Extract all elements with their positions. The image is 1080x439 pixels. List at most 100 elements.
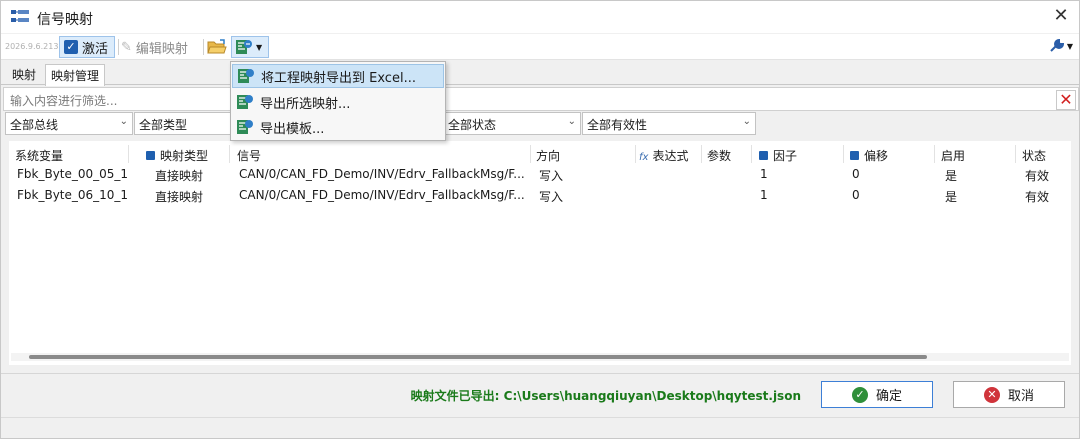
bus-select[interactable]: 全部总线 ⌄	[5, 112, 133, 135]
cell-mapping-type: 直接映射	[155, 190, 204, 204]
mapping-app-icon	[11, 10, 29, 22]
type-select[interactable]: 全部类型	[134, 112, 232, 135]
chevron-down-icon: ⌄	[119, 116, 128, 127]
col-header-direction[interactable]: 方向	[536, 147, 560, 163]
column-divider	[701, 145, 702, 163]
menu-item-label: 将工程映射导出到 Excel...	[261, 70, 416, 86]
clear-filter-icon[interactable]: ✕	[1056, 90, 1076, 110]
toolbar-separator	[203, 39, 204, 55]
check-circle-icon: ✓	[851, 386, 868, 403]
chevron-down-icon: ▼	[1066, 41, 1073, 51]
validity-select-value: 全部有效性	[587, 118, 648, 132]
menu-item-export-to-excel[interactable]: 将工程映射导出到 Excel...	[232, 64, 444, 88]
checkbox-icon	[850, 151, 859, 160]
close-icon[interactable]: ✕	[1049, 5, 1073, 29]
col-header-signal[interactable]: 信号	[237, 147, 261, 163]
checkbox-icon: ✓	[64, 40, 78, 54]
cell-mapping-type: 直接映射	[155, 169, 204, 183]
menu-item-label: 导出所选映射...	[260, 96, 351, 112]
status-bar	[1, 417, 1079, 438]
mapping-table: 系统变量 映射类型 信号 方向 fx 表达式 参数 因子 偏移 启用 状态 Fbk…	[9, 141, 1071, 365]
column-divider	[530, 145, 531, 163]
checkbox-icon	[759, 151, 768, 160]
cell-enabled: 是	[945, 169, 958, 183]
cell-direction: 写入	[539, 190, 564, 204]
column-divider	[843, 145, 844, 163]
cancel-button[interactable]: ✕ 取消	[953, 381, 1065, 408]
cell-factor: 1	[760, 167, 768, 181]
type-select-value: 全部类型	[139, 118, 188, 132]
version-label: 2026.9.6.2137	[5, 42, 64, 51]
checkbox-icon	[146, 151, 155, 160]
tools-button[interactable]: ▼	[1049, 38, 1073, 54]
ok-label: 确定	[875, 389, 902, 404]
col-header-offset[interactable]: 偏移	[850, 147, 888, 163]
chevron-down-icon: ⌄	[567, 116, 576, 127]
folder-open-icon	[207, 39, 227, 54]
state-select[interactable]: 全部状态 ⌄	[443, 112, 581, 135]
pencil-icon: ✎	[121, 39, 132, 55]
cell-system-variable: Fbk_Byte_00_05_1	[17, 167, 129, 181]
cancel-circle-icon: ✕	[983, 386, 1000, 403]
filter-input[interactable]: 输入内容进行筛选... ✕	[3, 87, 1079, 111]
export-excel-icon	[238, 69, 254, 83]
scrollbar-thumb[interactable]	[29, 355, 927, 359]
col-header-expression[interactable]: fx 表达式	[639, 147, 688, 163]
cell-offset: 0	[852, 188, 860, 202]
toolbar-separator	[118, 39, 119, 55]
validity-select[interactable]: 全部有效性 ⌄	[582, 112, 756, 135]
column-divider	[229, 145, 230, 163]
ok-button[interactable]: ✓ 确定	[821, 381, 933, 408]
tab-strip: 映射 映射管理	[1, 61, 1079, 86]
table-row[interactable]: Fbk_Byte_06_10_1 直接映射 CAN/0/CAN_FD_Demo/…	[9, 186, 1071, 206]
col-header-params[interactable]: 参数	[707, 147, 731, 163]
tab-mapping-management[interactable]: 映射管理	[45, 64, 106, 86]
cell-enabled: 是	[945, 190, 958, 204]
activate-label: 激活	[82, 41, 109, 57]
column-divider	[128, 145, 129, 163]
export-excel-icon	[237, 95, 253, 109]
cancel-label: 取消	[1007, 389, 1034, 404]
filter-placeholder: 输入内容进行筛选...	[10, 94, 118, 108]
column-divider	[1015, 145, 1016, 163]
menu-item-export-selected[interactable]: 导出所选映射...	[232, 90, 444, 114]
cell-signal: CAN/0/CAN_FD_Demo/INV/Edrv_FallbackMsg/F…	[239, 167, 525, 181]
table-row[interactable]: Fbk_Byte_00_05_1 直接映射 CAN/0/CAN_FD_Demo/…	[9, 165, 1071, 185]
state-select-value: 全部状态	[448, 118, 497, 132]
horizontal-scrollbar[interactable]	[11, 353, 1069, 361]
cell-system-variable: Fbk_Byte_06_10_1	[17, 188, 129, 202]
dialog-footer: 映射文件已导出: C:\Users\huangqiuyan\Desktop\hq…	[1, 373, 1079, 415]
col-header-factor[interactable]: 因子	[759, 147, 797, 163]
edit-mapping-button[interactable]: ✎ 编辑映射	[121, 36, 188, 58]
chevron-down-icon: ▼	[256, 42, 263, 52]
cell-status: 有效	[1025, 169, 1050, 183]
export-excel-icon	[237, 120, 253, 134]
cell-direction: 写入	[539, 169, 564, 183]
function-icon: fx	[639, 152, 649, 163]
bus-select-value: 全部总线	[10, 118, 59, 132]
export-dropdown-button[interactable]: ▼	[231, 36, 269, 58]
menu-item-export-template[interactable]: 导出模板...	[232, 115, 444, 139]
export-excel-icon	[236, 40, 252, 54]
col-header-system-variable[interactable]: 系统变量	[15, 147, 63, 163]
col-header-status[interactable]: 状态	[1022, 147, 1046, 163]
import-button[interactable]	[207, 36, 229, 58]
cell-status: 有效	[1025, 190, 1050, 204]
export-menu: 将工程映射导出到 Excel... 导出所选映射... 导出模板...	[230, 61, 446, 141]
signal-mapping-window: 信号映射 ✕ 2026.9.6.2137 ✓ 激活 ✎ 编辑映射 ▼ ▼ 映射 …	[0, 0, 1080, 439]
toolbar: 2026.9.6.2137 ✓ 激活 ✎ 编辑映射 ▼ ▼	[1, 34, 1079, 60]
title-bar: 信号映射 ✕	[1, 1, 1079, 33]
wrench-icon	[1050, 38, 1064, 52]
activate-button[interactable]: ✓ 激活	[59, 36, 115, 58]
edit-mapping-label: 编辑映射	[135, 41, 188, 57]
tab-mapping[interactable]: 映射	[7, 64, 41, 85]
menu-item-label: 导出模板...	[260, 121, 325, 137]
filter-selects: 全部总线 ⌄ 全部类型 全部状态 ⌄ 全部有效性 ⌄	[3, 112, 1079, 136]
cell-signal: CAN/0/CAN_FD_Demo/INV/Edrv_FallbackMsg/F…	[239, 188, 525, 202]
col-header-mapping-type[interactable]: 映射类型	[146, 147, 208, 163]
cell-factor: 1	[760, 188, 768, 202]
col-header-enabled[interactable]: 启用	[941, 147, 965, 163]
cell-offset: 0	[852, 167, 860, 181]
column-divider	[751, 145, 752, 163]
column-divider	[635, 145, 636, 163]
